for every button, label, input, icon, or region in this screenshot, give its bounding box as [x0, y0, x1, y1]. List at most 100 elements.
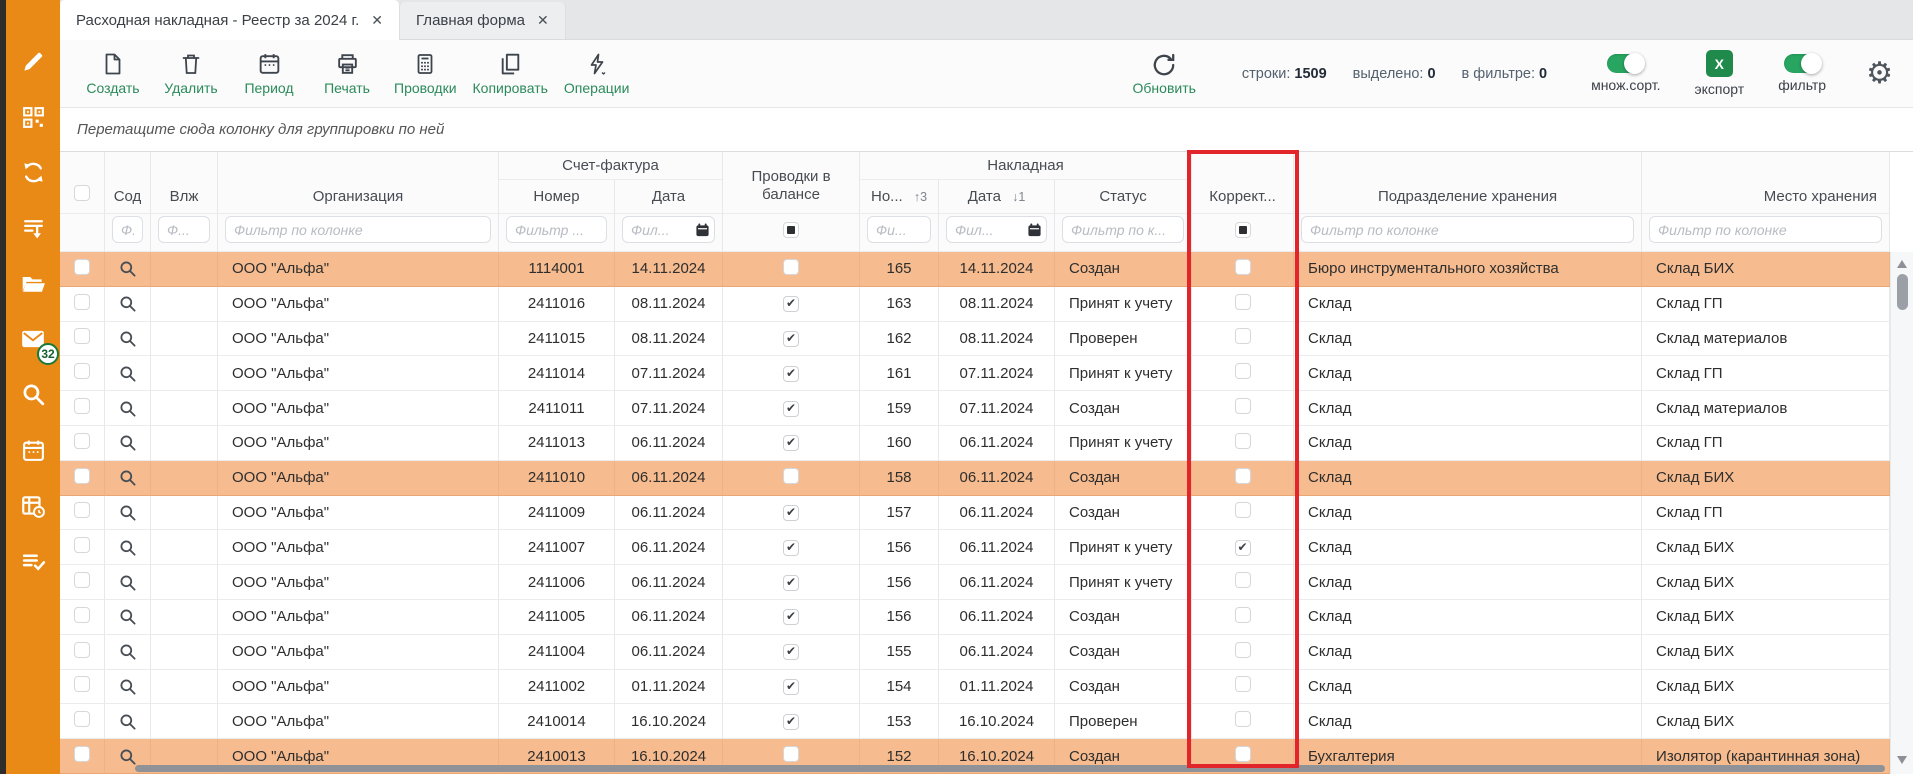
filter-input-podr[interactable] [1301, 216, 1634, 243]
korr-checkbox[interactable] [1235, 294, 1251, 310]
prov-checkbox[interactable] [783, 609, 799, 625]
magnifier-icon[interactable] [118, 329, 137, 348]
close-icon[interactable]: ✕ [537, 12, 549, 29]
column-header-podr[interactable]: Подразделение хранения [1294, 152, 1642, 214]
row-select-checkbox[interactable] [74, 259, 90, 275]
table-row[interactable]: ООО "Альфа"241001416.10.202415316.10.202… [60, 704, 1890, 739]
prov-checkbox[interactable] [783, 644, 799, 660]
sidebar-item-tasks[interactable] [6, 534, 60, 590]
sidebar-item-mail[interactable]: 32 [6, 312, 60, 368]
tab-main-form[interactable]: Главная форма ✕ [399, 2, 566, 39]
table-row[interactable]: ООО "Альфа"241100606.11.202415606.11.202… [60, 565, 1890, 600]
sidebar-item-documents[interactable] [6, 256, 60, 312]
select-all-checkbox[interactable] [74, 185, 90, 201]
column-header-status[interactable]: Статус [1055, 180, 1192, 214]
row-select-checkbox[interactable] [74, 676, 90, 692]
magnifier-icon[interactable] [118, 607, 137, 626]
table-row[interactable]: ООО "Альфа"241100201.11.202415401.11.202… [60, 670, 1890, 705]
row-select-checkbox[interactable] [74, 363, 90, 379]
sidebar-item-sync[interactable] [6, 145, 60, 201]
filter-input-status[interactable] [1062, 216, 1184, 243]
table-row[interactable]: ООО "Альфа"241101407.11.202416107.11.202… [60, 356, 1890, 391]
horizontal-scrollbar[interactable] [135, 765, 1885, 772]
scrollbar-thumb[interactable] [1897, 274, 1908, 310]
print-button[interactable]: Печать [316, 51, 378, 96]
prov-checkbox[interactable] [783, 331, 799, 347]
row-select-checkbox[interactable] [74, 328, 90, 344]
close-icon[interactable]: ✕ [371, 12, 383, 29]
magnifier-icon[interactable] [118, 433, 137, 452]
prov-checkbox[interactable] [783, 714, 799, 730]
filter-input-sf_num[interactable] [506, 216, 607, 243]
prov-checkbox[interactable] [783, 468, 799, 484]
prov-checkbox[interactable] [783, 366, 799, 382]
prov-checkbox[interactable] [783, 296, 799, 312]
table-row[interactable]: ООО "Альфа"241101306.11.202416006.11.202… [60, 426, 1890, 461]
sidebar-item-codes[interactable] [6, 90, 60, 146]
table-row[interactable]: ООО "Альфа"241101508.11.202416208.11.202… [60, 322, 1890, 357]
period-button[interactable]: Период [238, 51, 300, 96]
prov-checkbox[interactable] [783, 540, 799, 556]
column-header-mesto[interactable]: Место хранения [1642, 152, 1890, 214]
magnifier-icon[interactable] [118, 573, 137, 592]
korr-checkbox[interactable] [1235, 328, 1251, 344]
magnifier-icon[interactable] [118, 503, 137, 522]
column-header-n_date[interactable]: Дата ↓1 [939, 180, 1055, 214]
table-row[interactable]: ООО "Альфа"241100406.11.202415506.11.202… [60, 635, 1890, 670]
magnifier-icon[interactable] [118, 364, 137, 383]
table-row[interactable]: ООО "Альфа"111400114.11.202416514.11.202… [60, 252, 1890, 287]
table-row[interactable]: ООО "Альфа"241100906.11.202415706.11.202… [60, 496, 1890, 531]
magnifier-icon[interactable] [118, 399, 137, 418]
row-select-checkbox[interactable] [74, 433, 90, 449]
prov-checkbox[interactable] [783, 505, 799, 521]
filter-input-n_num[interactable] [867, 216, 931, 243]
filter-input-mesto[interactable] [1649, 216, 1882, 243]
korr-checkbox[interactable] [1235, 433, 1251, 449]
sidebar-item-calendar[interactable] [6, 423, 60, 479]
row-select-checkbox[interactable] [74, 711, 90, 727]
column-header-korr[interactable]: Коррект... [1192, 152, 1294, 214]
filter-input-sod[interactable] [112, 216, 143, 243]
filter-toggle[interactable]: фильтр [1778, 54, 1826, 93]
table-row[interactable]: ООО "Альфа"241101006.11.202415806.11.202… [60, 461, 1890, 496]
magnifier-icon[interactable] [118, 259, 137, 278]
magnifier-icon[interactable] [118, 712, 137, 731]
table-row[interactable]: ООО "Альфа"241101608.11.202416308.11.202… [60, 287, 1890, 322]
scroll-down-icon[interactable] [1897, 756, 1907, 764]
row-select-checkbox[interactable] [74, 537, 90, 553]
row-select-checkbox[interactable] [74, 607, 90, 623]
row-select-checkbox[interactable] [74, 572, 90, 588]
column-header-org[interactable]: Организация [218, 152, 499, 214]
prov-checkbox[interactable] [783, 679, 799, 695]
prov-checkbox[interactable] [783, 259, 799, 275]
tab-invoice-register[interactable]: Расходная накладная - Реестр за 2024 г. … [60, 0, 399, 40]
korr-checkbox[interactable] [1235, 746, 1251, 762]
row-select-checkbox[interactable] [74, 746, 90, 762]
magnifier-icon[interactable] [118, 538, 137, 557]
row-select-checkbox[interactable] [74, 398, 90, 414]
filter-input-vlzh[interactable] [158, 216, 210, 243]
sidebar-item-import[interactable] [6, 201, 60, 257]
korr-checkbox[interactable] [1235, 711, 1251, 727]
export-button[interactable]: X экспорт [1695, 50, 1745, 97]
prov-checkbox[interactable] [783, 575, 799, 591]
table-row[interactable]: ООО "Альфа"241100706.11.202415606.11.202… [60, 530, 1890, 565]
korr-checkbox[interactable] [1235, 540, 1251, 556]
column-header-sf_date[interactable]: Дата [615, 180, 723, 214]
operations-button[interactable]: Операции [564, 51, 630, 96]
korr-checkbox[interactable] [1235, 502, 1251, 518]
filter-input-org[interactable] [225, 216, 491, 243]
table-row[interactable]: ООО "Альфа"241101107.11.202415907.11.202… [60, 391, 1890, 426]
copy-button[interactable]: Копировать [473, 51, 548, 96]
korr-checkbox[interactable] [1235, 398, 1251, 414]
bool-filter-checkbox[interactable] [783, 222, 799, 238]
column-header-n_num[interactable]: Но... ↑3 [860, 180, 939, 214]
gear-icon[interactable]: ⚙ [1866, 59, 1893, 89]
sidebar-item-reports[interactable] [6, 478, 60, 534]
korr-checkbox[interactable] [1235, 363, 1251, 379]
multisort-toggle[interactable]: множ.сорт. [1591, 54, 1660, 93]
sidebar-item-search[interactable] [6, 367, 60, 423]
column-header-vlzh[interactable]: Влж [151, 152, 218, 214]
magnifier-icon[interactable] [118, 468, 137, 487]
scroll-up-icon[interactable] [1897, 260, 1907, 268]
